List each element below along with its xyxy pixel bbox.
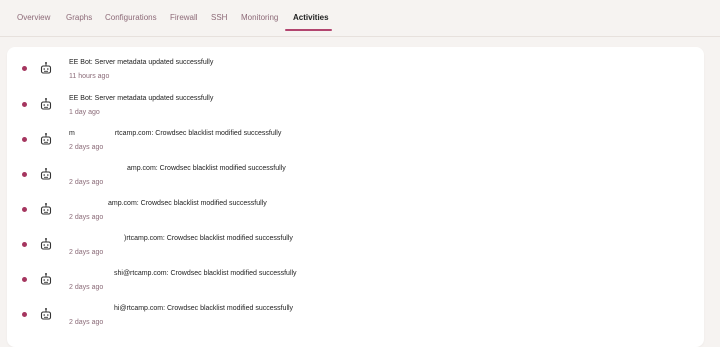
bot-icon bbox=[40, 62, 52, 74]
tab-firewall[interactable]: Firewall bbox=[170, 13, 198, 22]
redacted-email bbox=[69, 304, 114, 313]
activity-time: 2 days ago bbox=[69, 179, 104, 186]
activity-item: m rtcamp.com: Crowdsec blacklist modified… bbox=[7, 126, 704, 158]
activity-time: 2 days ago bbox=[69, 214, 104, 221]
activity-time: 1 day ago bbox=[69, 109, 100, 116]
activities-panel: EE Bot: Server metadata updated successf… bbox=[7, 47, 704, 347]
redacted-email bbox=[74, 129, 115, 138]
activity-item: hi@rtcamp.com: Crowdsec blacklist modifi… bbox=[7, 301, 704, 333]
timeline-dot bbox=[22, 172, 27, 177]
activity-time: 2 days ago bbox=[69, 144, 104, 151]
activity-title: amp.com: Crowdsec blacklist modified suc… bbox=[69, 199, 267, 208]
timeline-dot bbox=[22, 137, 27, 142]
redacted-email bbox=[69, 269, 114, 278]
timeline-dot bbox=[22, 312, 27, 317]
tab-graphs[interactable]: Graphs bbox=[66, 13, 92, 22]
activity-title: )rtcamp.com: Crowdsec blacklist modified… bbox=[69, 234, 293, 243]
activity-title: amp.com: Crowdsec blacklist modified suc… bbox=[69, 164, 286, 173]
bot-icon bbox=[40, 308, 52, 320]
redacted-email bbox=[69, 234, 124, 243]
timeline-dot bbox=[22, 242, 27, 247]
activity-title-text: )rtcamp.com: Crowdsec blacklist modified… bbox=[124, 235, 293, 242]
activity-time: 2 days ago bbox=[69, 284, 104, 291]
bot-icon bbox=[40, 168, 52, 180]
tab-ssh[interactable]: SSH bbox=[211, 13, 227, 22]
activity-time: 11 hours ago bbox=[69, 73, 110, 80]
activity-title-text: hi@rtcamp.com: Crowdsec blacklist modifi… bbox=[114, 305, 294, 312]
bot-icon bbox=[40, 98, 52, 110]
tab-bar: Overview Graphs Configurations Firewall … bbox=[0, 0, 720, 37]
activity-item: shi@rtcamp.com: Crowdsec blacklist modif… bbox=[7, 266, 704, 298]
activity-item: amp.com: Crowdsec blacklist modified suc… bbox=[7, 196, 704, 228]
redacted-email bbox=[69, 164, 127, 173]
timeline-dot bbox=[22, 207, 27, 212]
tab-configurations[interactable]: Configurations bbox=[105, 13, 157, 22]
activity-title-text: shi@rtcamp.com: Crowdsec blacklist modif… bbox=[114, 270, 297, 277]
activity-item: EE Bot: Server metadata updated successf… bbox=[7, 91, 704, 123]
redacted-email bbox=[69, 199, 108, 208]
activity-title: hi@rtcamp.com: Crowdsec blacklist modifi… bbox=[69, 304, 293, 313]
activity-item: )rtcamp.com: Crowdsec blacklist modified… bbox=[7, 231, 704, 263]
bot-icon bbox=[40, 133, 52, 145]
activity-time: 2 days ago bbox=[69, 249, 104, 256]
activity-item: EE Bot: Server metadata updated successf… bbox=[7, 55, 704, 87]
activity-title: EE Bot: Server metadata updated successf… bbox=[69, 59, 214, 66]
activity-title-text: amp.com: Crowdsec blacklist modified suc… bbox=[108, 200, 267, 207]
active-tab-indicator bbox=[285, 29, 332, 31]
activity-time: 2 days ago bbox=[69, 319, 104, 326]
tab-overview[interactable]: Overview bbox=[17, 13, 50, 22]
activity-title: shi@rtcamp.com: Crowdsec blacklist modif… bbox=[69, 269, 297, 278]
tab-activities[interactable]: Activities bbox=[293, 13, 329, 22]
timeline-dot bbox=[22, 102, 27, 107]
activity-title-text: rtcamp.com: Crowdsec blacklist modified … bbox=[114, 130, 282, 137]
tab-monitoring[interactable]: Monitoring bbox=[241, 13, 278, 22]
timeline-dot bbox=[22, 277, 27, 282]
activity-title: m rtcamp.com: Crowdsec blacklist modified… bbox=[69, 129, 281, 138]
bot-icon bbox=[40, 273, 52, 285]
activity-title-text: amp.com: Crowdsec blacklist modified suc… bbox=[127, 165, 286, 172]
bot-icon bbox=[40, 238, 52, 250]
bot-icon bbox=[40, 203, 52, 215]
timeline-dot bbox=[22, 66, 27, 71]
activity-title: EE Bot: Server metadata updated successf… bbox=[69, 95, 214, 102]
activity-item: amp.com: Crowdsec blacklist modified suc… bbox=[7, 161, 704, 193]
